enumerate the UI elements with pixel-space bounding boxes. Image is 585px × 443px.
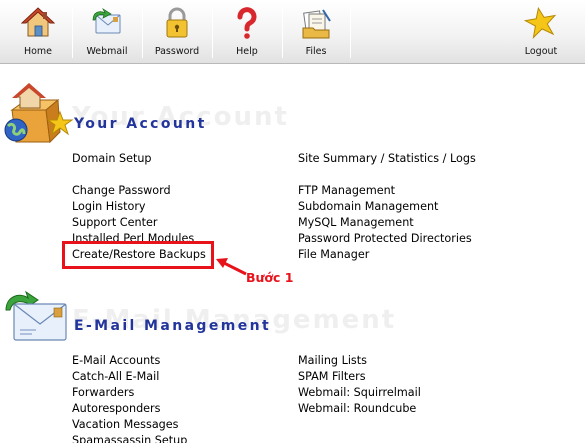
link-mailing-lists[interactable]: Mailing Lists [298,354,367,368]
star-icon [524,6,557,40]
mail-icon [92,8,121,34]
envelope-icon [5,290,67,341]
padlock-icon [166,7,188,38]
toolbar-password-button[interactable]: Password [146,0,208,64]
link-email-accounts[interactable]: E-Mail Accounts [72,354,160,368]
toolbar-webmail-button[interactable]: Webmail [76,0,138,64]
link-spamassassin-setup[interactable]: Spamassassin Setup [72,434,187,443]
link-change-password[interactable]: Change Password [72,184,171,198]
toolbar-logout-button[interactable]: Logout [510,0,572,64]
toolbar-home-label: Home [23,46,53,57]
toolbar-help-button[interactable]: Help [216,0,278,64]
backup-highlight-box [62,241,214,269]
link-login-history[interactable]: Login History [72,200,146,214]
link-webmail-roundcube[interactable]: Webmail: Roundcube [298,402,416,416]
toolbar-logout-label: Logout [524,46,558,57]
link-autoresponders[interactable]: Autoresponders [72,402,161,416]
link-domain-setup[interactable]: Domain Setup [72,152,152,166]
house-icon [21,7,55,37]
link-spam-filters[interactable]: SPAM Filters [298,370,366,384]
top-toolbar: Home Webmail Password Help Files Logout [0,0,585,64]
toolbar-files-button[interactable]: Files [286,0,346,64]
toolbar-password-label: Password [154,46,200,57]
red-arrow-icon [216,258,247,276]
link-webmail-squirrelmail[interactable]: Webmail: Squirrelmail [298,386,421,400]
toolbar-help-label: Help [236,46,258,57]
files-folder-icon [302,9,331,39]
toolbar-files-label: Files [305,46,327,57]
link-support-center[interactable]: Support Center [72,216,157,230]
step-1-label: Bước 1 [246,270,294,285]
your-account-title: Your Account [74,116,207,132]
toolbar-webmail-label: Webmail [86,46,128,57]
email-management-title: E-Mail Management [74,318,272,334]
link-mysql-management[interactable]: MySQL Management [298,216,414,230]
toolbar-home-button[interactable]: Home [8,0,68,64]
link-catch-all-email[interactable]: Catch-All E-Mail [72,370,159,384]
link-vacation-messages[interactable]: Vacation Messages [72,418,179,432]
link-subdomain-management[interactable]: Subdomain Management [298,200,438,214]
account-box-icon [4,83,74,144]
link-password-protected-directories[interactable]: Password Protected Directories [298,232,472,246]
link-forwarders[interactable]: Forwarders [72,386,134,400]
question-mark-icon [237,7,257,39]
link-ftp-management[interactable]: FTP Management [298,184,395,198]
link-file-manager[interactable]: File Manager [298,248,369,262]
link-site-summary[interactable]: Site Summary / Statistics / Logs [298,152,476,166]
